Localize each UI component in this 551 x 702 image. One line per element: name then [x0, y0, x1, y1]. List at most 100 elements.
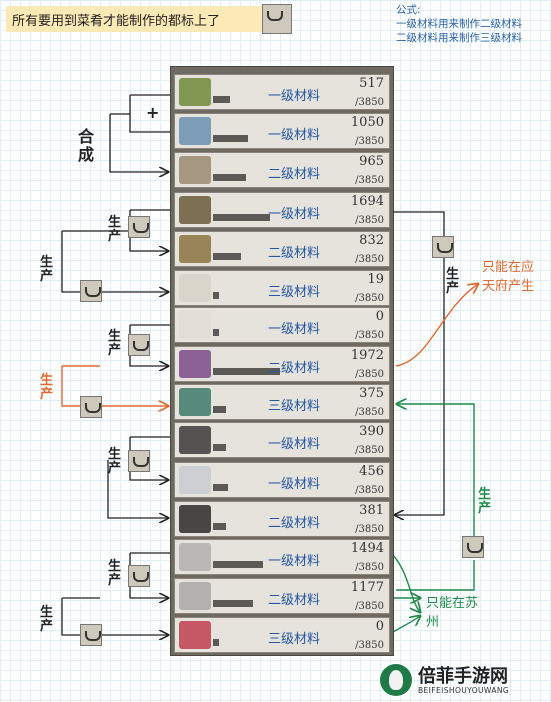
material-level: 三级材料 [267, 285, 320, 300]
material-level: 二级材料 [267, 516, 320, 531]
produce-label-4: 生产 [108, 447, 122, 476]
material-row: 一级材料 390/3850 [174, 422, 390, 458]
material-row: 三级材料 19/3850 [174, 270, 390, 306]
material-level: 一级材料 [267, 322, 320, 337]
material-level: 一级材料 [267, 128, 320, 143]
material-max: /3850 [355, 485, 384, 496]
produce-label-6: 生产 [40, 605, 54, 634]
dish-bowl-icon [80, 396, 102, 418]
inventory-panel: 一级材料 517/3850 一级材料 1050/3850 二级材料 965/3850 一级材… [170, 66, 394, 656]
purple-cloth-bolts-icon [179, 350, 211, 378]
material-row: 三级材料 0/3850 [174, 617, 390, 653]
produce-label-right: 生产 [446, 267, 460, 296]
leaf-logo-icon [380, 664, 412, 696]
material-max: /3850 [355, 601, 384, 612]
dish-bowl-icon [128, 216, 150, 238]
dish-bowl-icon [128, 565, 150, 587]
material-max: /3850 [355, 369, 384, 380]
green-herb-bundle-icon [179, 78, 211, 106]
dish-bowl-icon [432, 236, 454, 258]
material-row: 二级材料 1972/3850 [174, 346, 390, 382]
material-row: 二级材料 381/3850 [174, 501, 390, 537]
dish-bowl-icon [128, 450, 150, 472]
material-level: 三级材料 [267, 399, 320, 414]
material-count: 19 [367, 272, 384, 287]
material-max: /3850 [355, 175, 384, 186]
material-max: /3850 [355, 136, 384, 147]
material-level: 一级材料 [267, 477, 320, 492]
material-max: /3850 [355, 562, 384, 573]
timber-logs-icon [179, 196, 211, 224]
material-max: /3850 [355, 215, 384, 226]
watermark-name: 倍菲手游网 [418, 666, 508, 687]
material-level: 一级材料 [267, 89, 320, 104]
material-row: 一级材料 0/3850 [174, 307, 390, 343]
material-progress-bar [213, 484, 228, 491]
material-level: 二级材料 [267, 361, 320, 376]
material-max: /3850 [355, 407, 384, 418]
material-count: 0 [375, 619, 384, 634]
cut-planks-icon [179, 235, 211, 263]
material-progress-bar [213, 329, 219, 336]
material-count: 1494 [350, 541, 384, 556]
material-progress-bar [213, 292, 219, 299]
material-max: /3850 [355, 524, 384, 535]
material-progress-bar [213, 96, 230, 103]
material-row: 二级材料 832/3850 [174, 231, 390, 267]
material-count: 456 [359, 464, 384, 479]
watermark-sub: BEIFEISHOUYOUWANG [418, 686, 510, 695]
silk-stack-icon [179, 543, 211, 571]
material-progress-bar [213, 444, 226, 451]
material-count: 1694 [350, 194, 384, 209]
ink-sticks-icon [179, 505, 211, 533]
material-count: 390 [359, 424, 384, 439]
produce-label-5: 生产 [108, 559, 122, 588]
material-level: 三级材料 [267, 632, 320, 647]
material-row: 一级材料 1694/3850 [174, 192, 390, 228]
watermark: 倍菲手游网 BEIFEISHOUYOUWANG [378, 662, 548, 700]
red-embroidery-icon [179, 621, 211, 649]
material-count: 0 [375, 309, 384, 324]
dish-bowl-icon [128, 334, 150, 356]
only-yingtian-note: 只能在应天府产生 [482, 260, 535, 294]
material-progress-bar [213, 253, 241, 260]
silk-rolls-icon [179, 582, 211, 610]
material-row: 三级材料 375/3850 [174, 384, 390, 420]
material-row: 一级材料 1494/3850 [174, 539, 390, 575]
dish-bowl-icon [462, 536, 484, 558]
material-max: /3850 [355, 293, 384, 304]
material-progress-bar [213, 523, 226, 530]
material-max: /3850 [355, 254, 384, 265]
material-row: 一级材料 1050/3850 [174, 113, 390, 149]
material-level: 一级材料 [267, 207, 320, 222]
material-count: 375 [359, 386, 384, 401]
material-row: 一级材料 456/3850 [174, 462, 390, 498]
material-progress-bar [213, 406, 226, 413]
dish-bowl-icon [80, 624, 102, 646]
material-level: 一级材料 [267, 554, 320, 569]
produce-label-2: 生产 [40, 255, 54, 284]
blue-fish-icon [179, 117, 211, 145]
material-count: 381 [359, 503, 384, 518]
plus-sign: + [146, 103, 160, 122]
material-count: 517 [359, 76, 384, 91]
material-level: 一级材料 [267, 437, 320, 452]
coal-lumps-icon [179, 426, 211, 454]
material-row: 一级材料 517/3850 [174, 74, 390, 110]
material-count: 832 [359, 233, 384, 248]
compose-label: 合成 [78, 127, 95, 164]
material-progress-bar [213, 639, 219, 646]
material-count: 1177 [350, 580, 384, 595]
only-suzhou-note: 只能在苏州 [426, 596, 479, 630]
material-count: 1050 [350, 115, 384, 130]
fish-bowl-icon [179, 156, 211, 184]
material-max: /3850 [355, 97, 384, 108]
salt-sacks-icon [179, 466, 211, 494]
green-garment-icon [179, 388, 211, 416]
produce-label-green: 生产 [478, 487, 492, 516]
material-max: /3850 [355, 640, 384, 651]
material-count: 965 [359, 154, 384, 169]
material-max: /3850 [355, 330, 384, 341]
material-level: 二级材料 [267, 167, 320, 182]
produce-label-3: 生产 [108, 329, 122, 358]
